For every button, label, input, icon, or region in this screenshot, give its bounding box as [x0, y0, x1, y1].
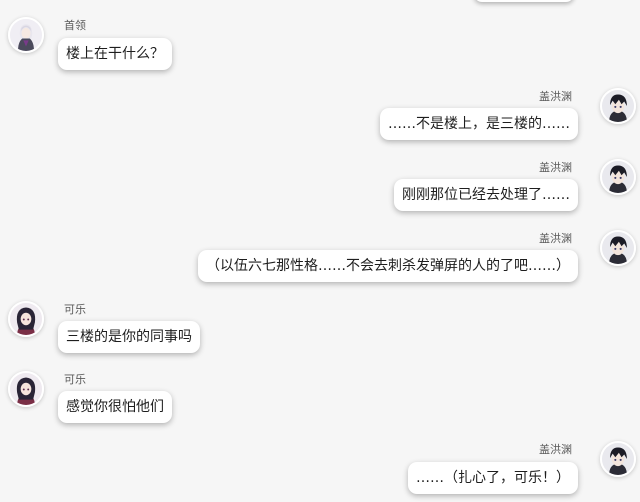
previous-message-bubble — [474, 0, 574, 2]
message-bubble[interactable]: 感觉你很怕他们 — [58, 391, 172, 423]
gai-avatar[interactable] — [600, 230, 636, 266]
message-bubble[interactable]: 刚刚那位已经去处理了…… — [394, 179, 578, 211]
sender-name: 盖洪渊 — [539, 90, 572, 103]
sender-name: 盖洪渊 — [539, 443, 572, 456]
kele-avatar[interactable] — [8, 371, 44, 407]
message-bubble[interactable]: 三楼的是你的同事吗 — [58, 321, 200, 353]
gai-avatar[interactable] — [600, 441, 636, 477]
sender-name: 可乐 — [64, 303, 86, 316]
message-bubble[interactable]: 楼上在干什么？ — [58, 38, 172, 70]
sender-name: 盖洪渊 — [539, 161, 572, 174]
gai-avatar[interactable] — [600, 159, 636, 195]
sender-name: 可乐 — [64, 373, 86, 386]
kele-avatar[interactable] — [8, 301, 44, 337]
sender-name: 首领 — [64, 19, 86, 32]
sender-name: 盖洪渊 — [539, 232, 572, 245]
leader-avatar[interactable] — [8, 17, 44, 53]
message-bubble[interactable]: （以伍六七那性格……不会去刺杀发弹屏的人的了吧……） — [198, 250, 578, 282]
message-bubble[interactable]: ……（扎心了，可乐！） — [408, 462, 578, 494]
gai-avatar[interactable] — [600, 88, 636, 124]
message-bubble[interactable]: ……不是楼上，是三楼的…… — [380, 108, 578, 140]
